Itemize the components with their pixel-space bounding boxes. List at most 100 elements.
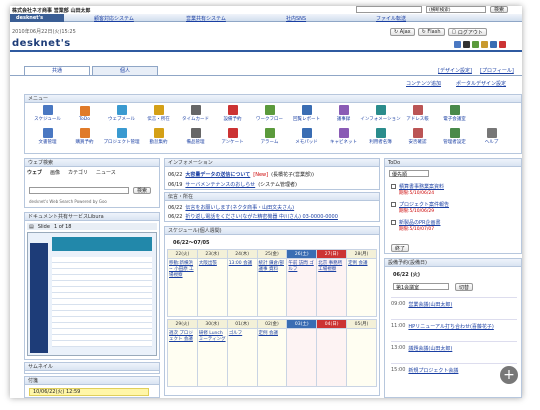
nav-tab-sns[interactable]: 社内SNS [286, 15, 306, 22]
ajax-button[interactable]: ↻ Ajax [390, 28, 415, 36]
portal-design-link[interactable]: ポータルデザイン設定 [456, 80, 506, 87]
menu-item-row19[interactable]: インフォメーション [360, 105, 401, 122]
web-search-input[interactable] [29, 187, 129, 194]
calendar-day-header[interactable]: 30(水) [196, 319, 228, 329]
search-button[interactable]: 検索 [490, 6, 509, 13]
menu-item-row26[interactable]: アラーム [251, 128, 288, 145]
todo-checkbox[interactable] [391, 202, 396, 207]
monitor-icon[interactable] [490, 41, 497, 48]
equipment-switch-button[interactable]: 切替 [455, 283, 474, 291]
calendar-day-header[interactable]: 05(月) [346, 319, 377, 329]
menu-item-row15[interactable]: 設備予約 [214, 105, 251, 122]
menu-item-row28[interactable]: キャビネット [325, 128, 362, 145]
menu-item-row27[interactable]: メモパッド [288, 128, 325, 145]
todo-item[interactable]: 新製品のPR企画書 期限:5/10/07/07 [391, 219, 449, 232]
nav-tab-sales[interactable]: 営業共有システム [186, 15, 226, 22]
menu-item-row11[interactable]: ToDo [66, 105, 103, 122]
nav-tab-desknets[interactable]: desknet's [10, 14, 64, 22]
equipment-row[interactable]: 09:00 営業会議(山田太郎) [391, 297, 517, 319]
todo-text[interactable]: 新製品のPR企画書 [399, 219, 441, 226]
calendar-event[interactable]: 研修 Lunch ミーティング [199, 331, 226, 342]
menu-item-row24[interactable]: 備品管理 [177, 128, 214, 145]
menu-item-row10[interactable]: スケジュール [29, 105, 66, 122]
todo-text[interactable]: 積算書事務業案資料 [399, 183, 444, 190]
calendar-day-cell[interactable] [316, 328, 348, 387]
web-search-tab-image[interactable]: 画像 [50, 169, 60, 176]
search-input[interactable] [356, 6, 422, 13]
calendar-day-cell[interactable] [346, 328, 377, 387]
calendar-day-header[interactable]: 23(水) [196, 249, 228, 259]
mail-icon[interactable] [499, 41, 506, 48]
calendar-day-header[interactable]: 01(木) [226, 319, 258, 329]
calendar-day-header[interactable]: 24(木) [226, 249, 258, 259]
menu-item-row13[interactable]: 伝言・所在 [140, 105, 177, 122]
menu-item-row22[interactable]: プロジェクト管理 [103, 128, 140, 145]
flash-button[interactable]: ↻ Flash [417, 28, 445, 36]
calendar-day-cell[interactable]: 移動:新横浜~ 小田原 工場視察 [167, 258, 198, 317]
zoom-in-icon[interactable]: + [500, 366, 518, 384]
calendar-event[interactable]: 13:00 会議 [229, 261, 252, 266]
equipment-row[interactable]: 15:00 新規プロジェクト会議 [391, 363, 517, 385]
calendar-day-cell[interactable]: 統計 鎌倉/部 議事 資料 [256, 258, 288, 317]
calendar-day-cell[interactable]: 13:00 会議 [226, 258, 258, 317]
message-item-1[interactable]: 伝言をお願いします(ネクタ商事・山田文夫さん) [185, 204, 294, 211]
calendar-event[interactable]: 移動:新横浜~ 小田原 工場視察 [169, 261, 194, 278]
web-search-button[interactable]: 検索 [133, 187, 152, 194]
nav-tab-file[interactable]: ファイル転送 [376, 15, 406, 22]
nav-tab-customer[interactable]: 顧客対応システム [94, 15, 134, 22]
user-icon[interactable] [454, 41, 461, 48]
message-item-2[interactable]: 折り返し電話をください(ながた精密機器 中川さん) 03-0000-0000 [185, 213, 338, 220]
profile-link[interactable]: [プロフィール] [480, 67, 514, 74]
calendar-day-header[interactable]: 27(日) [316, 249, 348, 259]
equipment-booking[interactable]: HPリニューアル打ち合わせ(喜藤花子) [408, 323, 493, 338]
menu-item-row212[interactable]: ヘルプ [473, 128, 510, 145]
web-search-tab-news[interactable]: ニュース [96, 169, 116, 176]
calendar-event[interactable]: 週次 プロジェクト 会議 [169, 331, 193, 342]
menu-item-row110[interactable]: アドレス帳 [399, 105, 436, 122]
calendar-day-cell[interactable] [286, 328, 318, 387]
todo-checkbox[interactable] [391, 184, 396, 189]
todo-item[interactable]: 積算書事務業案資料 期限:5/10/06/24 [391, 183, 449, 196]
calendar-event[interactable]: 定例 会議 [259, 331, 278, 336]
menu-item-row14[interactable]: タイムカード [177, 105, 214, 122]
calendar-event[interactable]: 大阪出張 [199, 261, 217, 266]
calendar-day-header[interactable]: 03(土) [286, 319, 318, 329]
menu-item-row12[interactable]: ウェブメール [103, 105, 140, 122]
calendar-day-header[interactable]: 25(金) [256, 249, 288, 259]
search-scope-select[interactable]: (横断検索) [426, 6, 486, 13]
calendar-day-cell[interactable]: ゴルフ [226, 328, 258, 387]
equipment-room-select[interactable]: 第1会議室 [393, 283, 449, 291]
tab-common[interactable]: 共通 [24, 66, 90, 75]
menu-item-row21[interactable]: 購買予約 [66, 128, 103, 145]
calendar-day-cell[interactable]: 定例 会議 [346, 258, 377, 317]
equipment-row[interactable]: 13:00 議題会議(山田太郎) [391, 341, 517, 363]
calendar-day-header[interactable]: 29(火) [167, 319, 198, 329]
menu-item-row211[interactable]: 管理者設定 [436, 128, 473, 145]
calendar-event[interactable]: 統計 鎌倉/部 議事 資料 [259, 261, 284, 272]
calendar-day-header[interactable]: 26(土) [286, 249, 318, 259]
menu-item-row111[interactable]: 電子会議室 [436, 105, 473, 122]
info-item-1[interactable]: 大容量データの送信について [185, 171, 250, 178]
menu-item-row18[interactable]: 議事録 [325, 105, 362, 122]
menu-item-row20[interactable]: 文書管理 [29, 128, 66, 145]
calendar-day-header[interactable]: 02(金) [256, 319, 288, 329]
todo-filter-select[interactable]: 優先順 [389, 170, 429, 178]
calendar-day-header[interactable]: 22(火) [167, 249, 198, 259]
menu-item-row29[interactable]: 利用者名簿 [362, 128, 399, 145]
web-search-tab-web[interactable]: ウェブ [27, 169, 42, 176]
calendar-day-cell[interactable]: 午前 訪問 ゴルフ [286, 258, 318, 317]
calendar-event[interactable]: 定例 会議 [348, 261, 367, 266]
todo-done-button[interactable]: 終了 [391, 244, 410, 252]
logout-button[interactable]: ▢ ログアウト [447, 28, 487, 36]
add-content-link[interactable]: コンテンツ追加 [406, 80, 441, 87]
info-item-2[interactable]: サーバメンテナンスのおしらせ [185, 181, 255, 188]
menu-item-row210[interactable]: 安否確認 [399, 128, 436, 145]
calendar-day-cell[interactable]: 研修 Lunch ミーティング [196, 328, 228, 387]
calendar-day-header[interactable]: 04(日) [316, 319, 348, 329]
calendar-day-header[interactable]: 28(月) [346, 249, 377, 259]
design-settings-link[interactable]: [デザイン設定] [438, 67, 472, 74]
equipment-booking[interactable]: 新規プロジェクト会議 [408, 367, 458, 382]
calendar-day-cell[interactable]: 北京 事務所 工場視察 [316, 258, 348, 317]
menu-item-row23[interactable]: 勤怠集約 [140, 128, 177, 145]
document-preview[interactable] [27, 232, 157, 356]
